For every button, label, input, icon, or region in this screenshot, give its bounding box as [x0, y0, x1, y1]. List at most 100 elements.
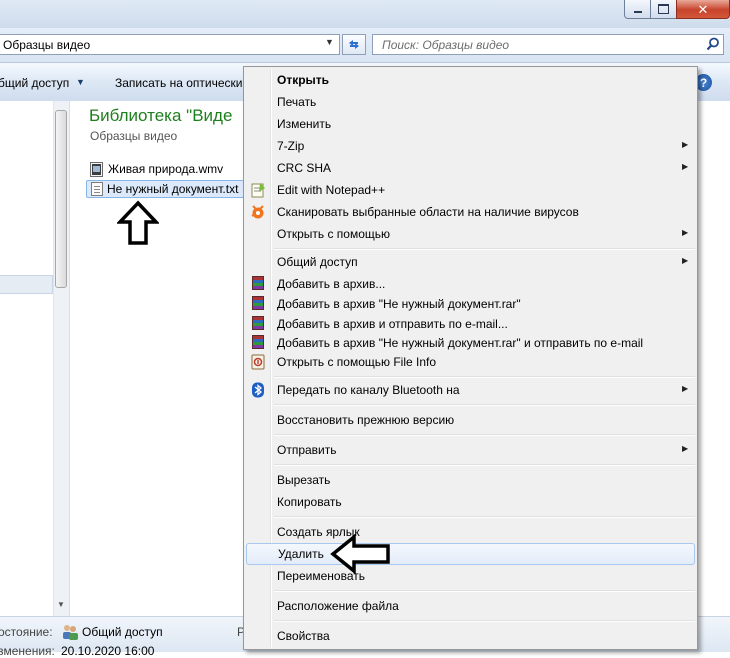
menu-item-label: CRC SHA — [277, 161, 332, 175]
menu-item-crc-sha[interactable]: CRC SHA ▶ — [246, 157, 695, 179]
menu-item-label: Открыть с помощью File Info — [277, 355, 437, 369]
menu-item-file-location[interactable]: Расположение файла — [246, 595, 695, 617]
close-icon: ✕ — [697, 1, 709, 17]
menu-item-sharing[interactable]: Общий доступ ▶ — [246, 251, 695, 273]
submenu-arrow-icon: ▶ — [682, 228, 689, 237]
menu-item-label: Общий доступ — [277, 255, 358, 269]
menu-item-delete[interactable]: Удалить — [246, 543, 695, 565]
bluetooth-icon — [252, 382, 264, 398]
menu-separator — [274, 248, 695, 250]
search-input[interactable]: Поиск: Образцы видео — [372, 34, 724, 55]
status-label: остояние: — [0, 625, 53, 639]
menu-item-notepadpp[interactable]: Edit with Notepad++ — [246, 179, 695, 201]
menu-item-properties[interactable]: Свойства — [246, 625, 695, 647]
menu-separator — [274, 434, 695, 436]
menu-item-label: Отправить — [277, 443, 337, 457]
share-menu-button[interactable]: бщий доступ — [0, 76, 69, 90]
file-item-selected[interactable]: Не нужный документ.txt — [86, 180, 246, 198]
menu-separator — [274, 620, 695, 622]
minimize-icon — [633, 11, 642, 13]
address-dropdown-icon[interactable]: ▼ — [325, 37, 334, 47]
title-bar — [0, 0, 730, 28]
menu-item-bluetooth[interactable]: Передать по каналу Bluetooth на ▶ — [246, 379, 695, 401]
close-button[interactable]: ✕ — [676, 0, 730, 19]
status-value: Общий доступ — [82, 625, 163, 639]
minimize-button[interactable] — [624, 0, 651, 19]
users-icon — [63, 625, 78, 640]
scroll-down-icon[interactable]: ▼ — [57, 600, 65, 609]
video-file-icon — [90, 161, 103, 177]
refresh-button[interactable] — [342, 34, 366, 55]
menu-item-label: Открыть — [277, 73, 330, 87]
library-subtitle: Образцы видео — [90, 129, 178, 143]
menu-item-cut[interactable]: Вырезать — [246, 469, 695, 491]
search-placeholder: Поиск: Образцы видео — [382, 38, 510, 52]
modified-label: зменения: — [0, 644, 55, 658]
file-name: Не нужный документ.txt — [107, 182, 239, 196]
menu-item-create-shortcut[interactable]: Создать ярлык — [246, 521, 695, 543]
notepadpp-icon — [251, 183, 265, 198]
chevron-down-icon[interactable]: ▼ — [76, 77, 85, 87]
menu-item-label: Расположение файла — [277, 599, 399, 613]
search-icon[interactable] — [706, 37, 720, 51]
menu-item-add-archive-rar[interactable]: Добавить в архив "Не нужный документ.rar… — [246, 293, 695, 315]
library-title: Библиотека "Виде — [89, 106, 233, 125]
maximize-button[interactable] — [650, 0, 677, 19]
menu-item-edit[interactable]: Изменить — [246, 113, 695, 135]
annotation-arrow-left-icon — [330, 534, 390, 574]
nav-scrollbar-thumb[interactable] — [55, 110, 67, 288]
menu-item-label: Копировать — [277, 495, 342, 509]
menu-item-label: Добавить в архив... — [277, 277, 386, 291]
file-item[interactable]: Живая природа.wmv — [90, 160, 223, 178]
address-bar[interactable]: Образцы видео — [0, 34, 340, 55]
menu-item-file-info[interactable]: Открыть с помощью File Info — [246, 351, 695, 373]
file-name: Живая природа.wmv — [108, 162, 224, 176]
menu-item-label: Добавить в архив и отправить по e-mail..… — [277, 317, 508, 331]
menu-item-add-archive[interactable]: Добавить в архив... — [246, 273, 695, 295]
menu-item-label: Сканировать выбранные области на наличие… — [277, 205, 579, 219]
menu-item-label: Восстановить прежнюю версию — [277, 413, 455, 427]
winrar-icon — [252, 316, 264, 330]
menu-separator — [274, 404, 695, 406]
address-text: Образцы видео — [3, 38, 91, 52]
menu-separator — [274, 376, 695, 378]
winrar-icon — [252, 276, 264, 290]
menu-item-label: Передать по каналу Bluetooth на — [277, 383, 460, 397]
maximize-icon — [658, 4, 669, 14]
menu-item-scan-viruses[interactable]: Сканировать выбранные области на наличие… — [246, 201, 695, 223]
menu-item-label: Удалить — [278, 547, 324, 561]
menu-item-send-to[interactable]: Отправить ▶ — [246, 439, 695, 461]
menu-item-7zip[interactable]: 7-Zip ▶ — [246, 135, 695, 157]
winrar-icon — [252, 335, 264, 349]
menu-item-label: Свойства — [277, 629, 330, 643]
submenu-arrow-icon: ▶ — [682, 444, 689, 453]
menu-item-label: Edit with Notepad++ — [277, 183, 386, 197]
menu-item-label: Вырезать — [277, 473, 331, 487]
submenu-arrow-icon: ▶ — [682, 162, 689, 171]
menu-item-print[interactable]: Печать — [246, 91, 695, 113]
menu-item-open-with[interactable]: Открыть с помощью ▶ — [246, 223, 695, 245]
avast-icon — [251, 205, 264, 219]
menu-item-label: Добавить в архив "Не нужный документ.rar… — [277, 297, 521, 311]
menu-item-label: Изменить — [277, 117, 332, 131]
modified-value: 20.10.2020 16:00 — [61, 644, 155, 658]
menu-item-restore-version[interactable]: Восстановить прежнюю версию — [246, 409, 695, 431]
winrar-icon — [252, 296, 264, 310]
context-menu: Открыть Печать Изменить 7-Zip ▶ CRC SHA … — [243, 66, 698, 650]
menu-item-copy[interactable]: Копировать — [246, 491, 695, 513]
menu-item-label: 7-Zip — [277, 139, 305, 153]
menu-item-rename[interactable]: Переименовать — [246, 565, 695, 587]
submenu-arrow-icon: ▶ — [682, 384, 689, 393]
menu-item-label: Открыть с помощью — [277, 227, 391, 241]
menu-item-label: Добавить в архив "Не нужный документ.rar… — [277, 336, 644, 350]
menu-item-open[interactable]: Открыть — [246, 69, 695, 91]
fileinfo-icon — [251, 354, 265, 370]
menu-separator — [274, 516, 695, 518]
menu-separator — [274, 464, 695, 466]
submenu-arrow-icon: ▶ — [682, 256, 689, 265]
nav-selected-item[interactable] — [0, 275, 53, 294]
text-file-icon — [91, 182, 103, 196]
menu-item-label: Печать — [277, 95, 317, 109]
menu-separator — [274, 590, 695, 592]
burn-button[interactable]: Записать на оптически — [115, 76, 243, 90]
